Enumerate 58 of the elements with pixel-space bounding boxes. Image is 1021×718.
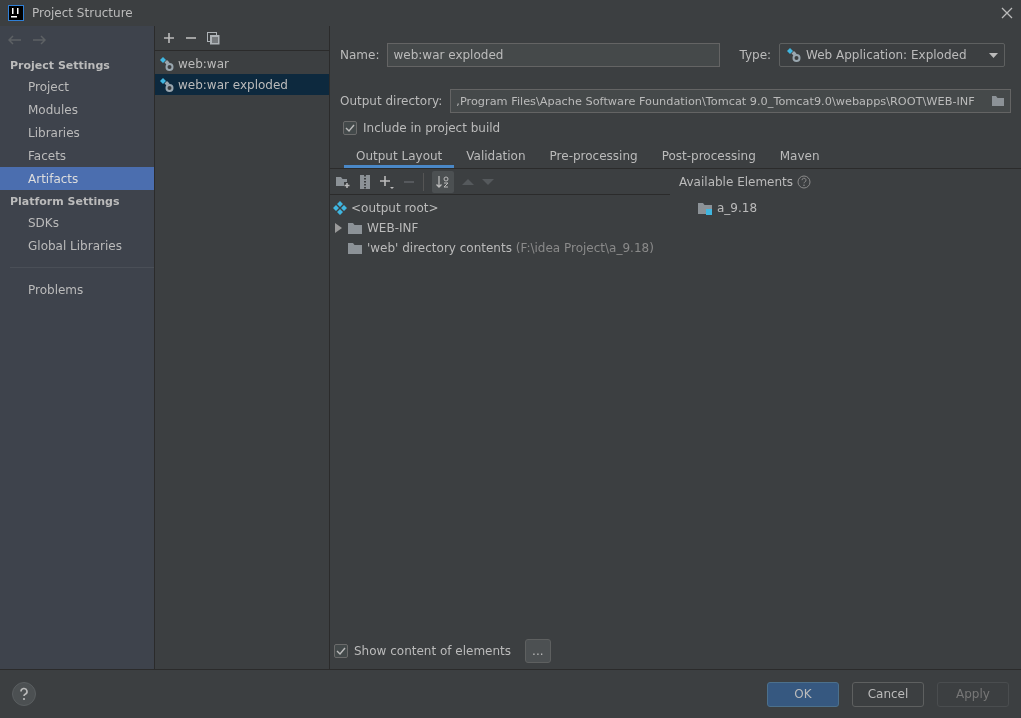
- folder-icon[interactable]: [991, 95, 1005, 107]
- artifact-icon: [159, 76, 175, 93]
- checkbox[interactable]: [343, 121, 357, 135]
- section-title: Platform Settings: [9, 194, 121, 210]
- sidebar-item[interactable]: SDKs: [0, 211, 154, 234]
- sidebar-item[interactable]: Global Libraries: [0, 234, 154, 257]
- module-folder-icon: [697, 201, 713, 215]
- sidebar-item[interactable]: Artifacts: [0, 167, 154, 190]
- name-label: Name:: [340, 48, 380, 62]
- window-title: Project Structure: [32, 6, 134, 20]
- caret-icon: [989, 52, 999, 58]
- section-title: Project Settings: [9, 58, 111, 74]
- tree-item[interactable]: <output root>: [330, 198, 670, 218]
- output-directory-label: Output directory:: [340, 94, 443, 108]
- new-folder-icon[interactable]: [335, 174, 351, 189]
- sort-button[interactable]: [432, 170, 454, 193]
- copy-icon[interactable]: [207, 31, 220, 45]
- artifact-icon: [159, 55, 175, 72]
- folder-icon: [347, 221, 363, 235]
- help-icon[interactable]: [797, 175, 812, 189]
- tab[interactable]: Validation: [454, 143, 538, 168]
- available-item[interactable]: a_9.18: [670, 198, 1021, 218]
- tree-item[interactable]: 'web' directory contents (F:\idea Project\a_9.18): [330, 238, 670, 258]
- type-label: Type:: [739, 48, 772, 62]
- expand-arrow-icon[interactable]: [333, 223, 343, 233]
- tree-item[interactable]: WEB-INF: [330, 218, 670, 238]
- app-logo-icon: [8, 5, 24, 21]
- sidebar-item[interactable]: Libraries: [0, 121, 154, 144]
- help-icon[interactable]: [12, 682, 36, 706]
- checkbox-label: Show content of elements: [354, 644, 512, 658]
- type-dropdown[interactable]: Web Application: Exploded: [779, 43, 1006, 67]
- sort-icon: [436, 174, 450, 189]
- sidebar-item[interactable]: Problems: [0, 278, 154, 301]
- add-icon[interactable]: [163, 32, 175, 44]
- tab[interactable]: Post-processing: [649, 143, 768, 168]
- diamond-icon: [333, 201, 347, 215]
- archive-icon[interactable]: [359, 173, 371, 190]
- checkbox[interactable]: [334, 644, 348, 658]
- sidebar-item[interactable]: Project: [0, 75, 154, 98]
- tab[interactable]: Maven: [767, 143, 832, 168]
- directory-path: ,Program Files\Apache Software Foundation\Tomcat 9.0_Tomcat9.0\webapps\ROOT\WEB-INF: [456, 94, 975, 108]
- artifact-icon: [786, 47, 803, 63]
- tab[interactable]: Output Layout: [344, 143, 455, 168]
- output-directory-field[interactable]: ,Program Files\Apache Software Foundation\Tomcat 9.0_Tomcat9.0\webapps\ROOT\WEB-INF: [450, 89, 1011, 113]
- add-dropdown-icon[interactable]: [379, 173, 395, 190]
- close-icon[interactable]: [1001, 7, 1013, 19]
- artifact-item[interactable]: web:war exploded: [155, 74, 329, 95]
- name-field[interactable]: web:war exploded: [387, 43, 721, 67]
- dialog-button[interactable]: Cancel: [852, 681, 924, 707]
- more-button[interactable]: ...: [525, 639, 551, 663]
- sidebar-item[interactable]: Facets: [0, 144, 154, 167]
- sidebar-item[interactable]: Modules: [0, 98, 154, 121]
- folder-icon: [347, 241, 363, 255]
- tab[interactable]: Pre-processing: [537, 143, 650, 168]
- dialog-button[interactable]: OK: [767, 681, 839, 707]
- artifact-item[interactable]: web:war: [155, 53, 329, 74]
- available-elements-title: Available Elements: [679, 175, 794, 189]
- checkbox-label: Include in project build: [363, 121, 501, 135]
